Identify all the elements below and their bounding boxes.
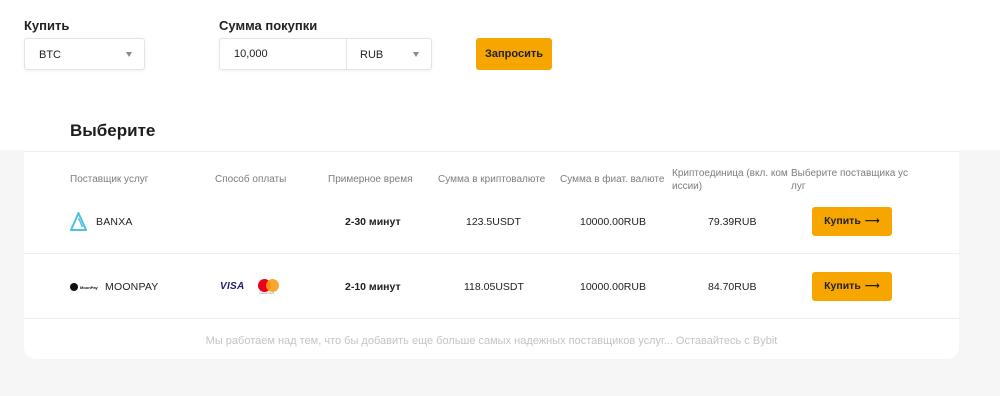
arrow-right-icon: ⟶ [864, 215, 880, 227]
divider [24, 253, 959, 254]
amount-label: Сумма покупки [219, 18, 318, 33]
time-value: 2-10 минут [345, 281, 401, 293]
buy-button[interactable]: Купить ⟶ [812, 272, 892, 301]
divider [24, 151, 959, 152]
moonpay-logo: MoonPay [70, 283, 98, 291]
header-unit-price: Криптоединица (вкл. ком иссии) [672, 167, 788, 193]
chevron-down-icon [126, 52, 132, 57]
crypto-select[interactable]: BTC [24, 38, 145, 70]
chevron-down-icon[interactable] [413, 52, 419, 57]
fiat-sum-value: 10000.00RUB [580, 216, 646, 228]
header-unit-price-line1: Криптоединица (вкл. ком [672, 168, 788, 179]
unit-price-value: 84.70RUB [708, 281, 757, 293]
banxa-logo [70, 212, 87, 231]
header-choose-line2: луг [791, 181, 806, 192]
header-crypto-sum: Сумма в криптовалюте [438, 174, 546, 185]
time-value: 2-30 минут [345, 216, 401, 228]
crypto-sum-value: 118.05USDT [464, 281, 524, 293]
buy-label: Купить [24, 18, 70, 33]
purchase-form: Купить Сумма покупки BTC RUB Запросить [0, 0, 1000, 100]
divider [24, 318, 959, 319]
arrow-right-icon: ⟶ [864, 280, 880, 292]
card-title: Выберите [70, 121, 156, 140]
mastercard-logo: mastercard [258, 279, 280, 295]
amount-group: RUB [219, 38, 432, 70]
buy-button-label: Купить [824, 215, 861, 227]
header-time: Примерное время [328, 174, 413, 185]
provider-name: MOONPAY [105, 281, 159, 293]
provider-name: BANXA [96, 216, 133, 228]
fiat-select[interactable]: RUB [360, 49, 383, 61]
header-choose: Выберите поставщика ус луг [791, 167, 908, 193]
header-provider: Поставщик услуг [70, 174, 149, 185]
moonpay-dot-icon [70, 283, 78, 291]
amount-input[interactable] [220, 39, 346, 69]
footer-note: Мы работаем над тем, что бы добавить еще… [205, 335, 778, 347]
divider [346, 39, 347, 69]
header-choose-line1: Выберите поставщика ус [791, 168, 908, 179]
crypto-select-value: BTC [39, 49, 61, 61]
request-button[interactable]: Запросить [476, 38, 552, 70]
header-fiat-sum: Сумма в фиат. валюте [560, 174, 665, 185]
mastercard-text: mastercard [259, 291, 275, 295]
visa-logo: VISA [220, 281, 245, 292]
buy-button-label: Купить [824, 280, 861, 292]
header-payment: Способ оплаты [215, 174, 287, 185]
crypto-sum-value: 123.5USDT [466, 216, 521, 228]
unit-price-value: 79.39RUB [708, 216, 757, 228]
providers-card: Выберите Поставщик услуг Способ оплаты П… [24, 107, 959, 359]
fiat-sum-value: 10000.00RUB [580, 281, 646, 293]
header-unit-price-line2: иссии) [672, 181, 703, 192]
buy-button[interactable]: Купить ⟶ [812, 207, 892, 236]
moonpay-logo-text: MoonPay [80, 284, 98, 290]
